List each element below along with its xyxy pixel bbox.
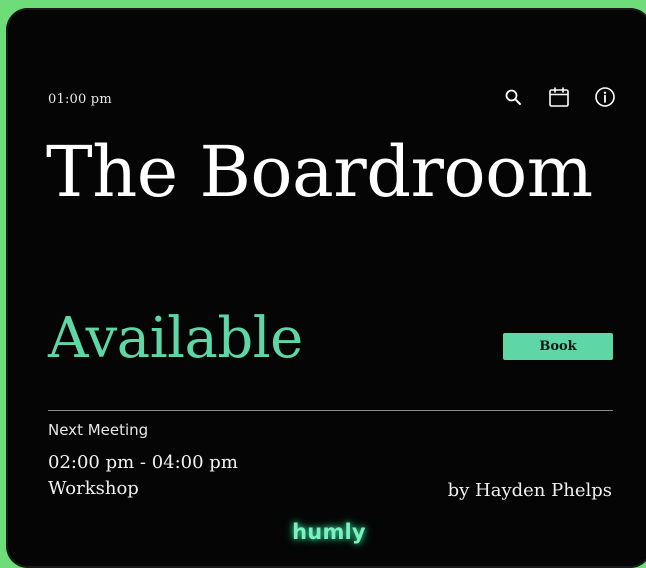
- divider: [48, 410, 613, 411]
- current-time: 01:00 pm: [48, 92, 112, 107]
- next-meeting-label: Next Meeting: [48, 421, 149, 439]
- room-name: The Boardroom: [46, 131, 593, 213]
- room-display-screen: 01:00 pm The Boardroom Available Book Ne…: [6, 8, 646, 568]
- calendar-icon[interactable]: [548, 86, 570, 108]
- next-meeting-time: 02:00 pm - 04:00 pm: [48, 452, 238, 473]
- room-status: Available: [48, 306, 303, 371]
- brand-logo: humly: [292, 520, 366, 544]
- next-meeting-type: Workshop: [48, 478, 139, 499]
- info-icon[interactable]: [594, 86, 616, 108]
- search-icon[interactable]: [502, 86, 524, 108]
- book-button[interactable]: Book: [503, 333, 613, 360]
- next-meeting-organizer: by Hayden Phelps: [447, 480, 612, 501]
- header-icons: [502, 86, 616, 108]
- device-frame: 01:00 pm The Boardroom Available Book Ne…: [6, 8, 646, 568]
